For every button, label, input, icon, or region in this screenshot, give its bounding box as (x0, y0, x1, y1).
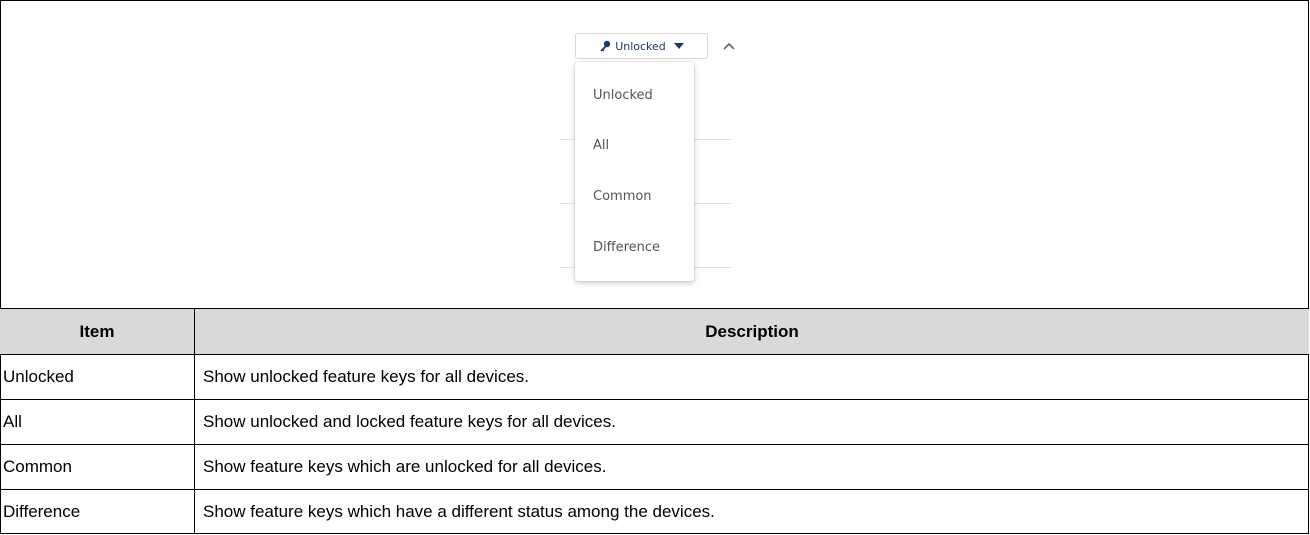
item-cell: Difference (0, 490, 195, 534)
description-cell: Show unlocked feature keys for all devic… (203, 367, 530, 386)
screenshot-panel: Unlocked Unlocked All Common Difference (0, 0, 1309, 309)
menu-item-unlocked[interactable]: Unlocked (593, 88, 653, 103)
table-row: All Show unlocked and locked feature key… (0, 400, 1309, 445)
header-item: Item (0, 309, 195, 354)
caret-down-icon (673, 43, 684, 49)
table-row: Common Show feature keys which are unloc… (0, 445, 1309, 490)
key-icon (599, 40, 611, 52)
item-cell: Common (0, 445, 195, 489)
menu-item-all[interactable]: All (593, 138, 609, 153)
item-cell: All (0, 400, 195, 444)
chevron-up-icon[interactable] (722, 38, 736, 50)
dropdown-menu: Unlocked All Common Difference (575, 62, 694, 281)
table-row: Unlocked Show unlocked feature keys for … (0, 355, 1309, 400)
header-description: Description (705, 321, 799, 341)
item-cell: Unlocked (0, 355, 195, 399)
key-filter-dropdown-button[interactable]: Unlocked (575, 33, 708, 59)
menu-item-difference[interactable]: Difference (593, 240, 660, 255)
table-header-row: Item Description (0, 309, 1309, 355)
menu-item-common[interactable]: Common (593, 189, 652, 204)
description-cell: Show feature keys which are unlocked for… (203, 457, 607, 476)
description-cell: Show feature keys which have a different… (203, 502, 715, 521)
dropdown-selected-label: Unlocked (615, 39, 666, 53)
table-row: Difference Show feature keys which have … (0, 490, 1309, 534)
description-cell: Show unlocked and locked feature keys fo… (203, 412, 616, 431)
